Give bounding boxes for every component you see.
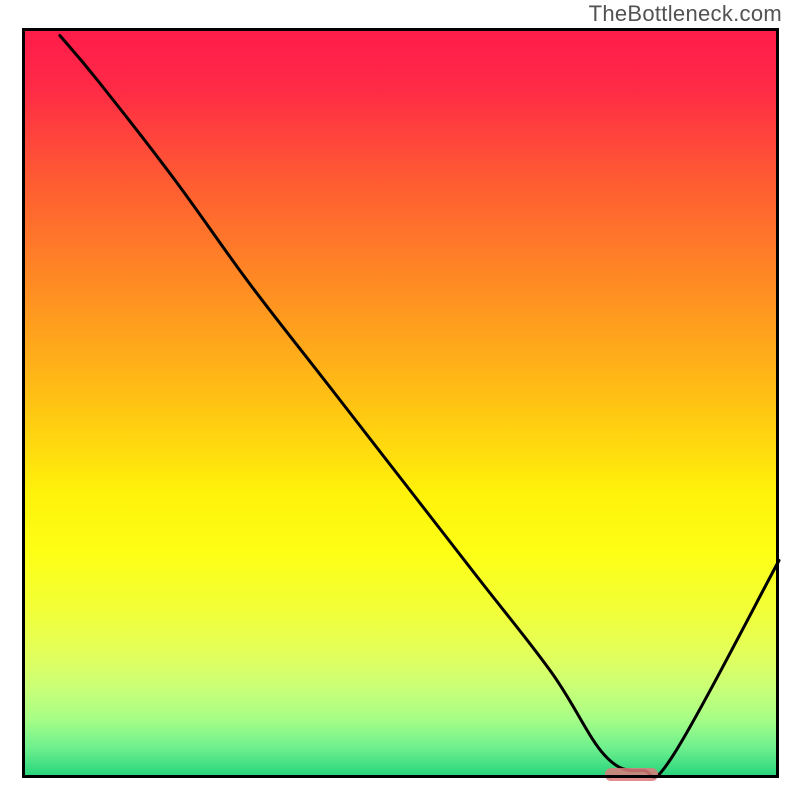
watermark-text: TheBottleneck.com: [589, 1, 782, 27]
plot-area: [22, 28, 779, 778]
frame-top: [22, 28, 779, 31]
frame-left: [22, 28, 25, 778]
chart-stage: TheBottleneck.com: [0, 0, 800, 800]
frame-bottom: [22, 775, 779, 778]
frame-right: [776, 28, 779, 778]
bottleneck-curve: [22, 28, 779, 778]
